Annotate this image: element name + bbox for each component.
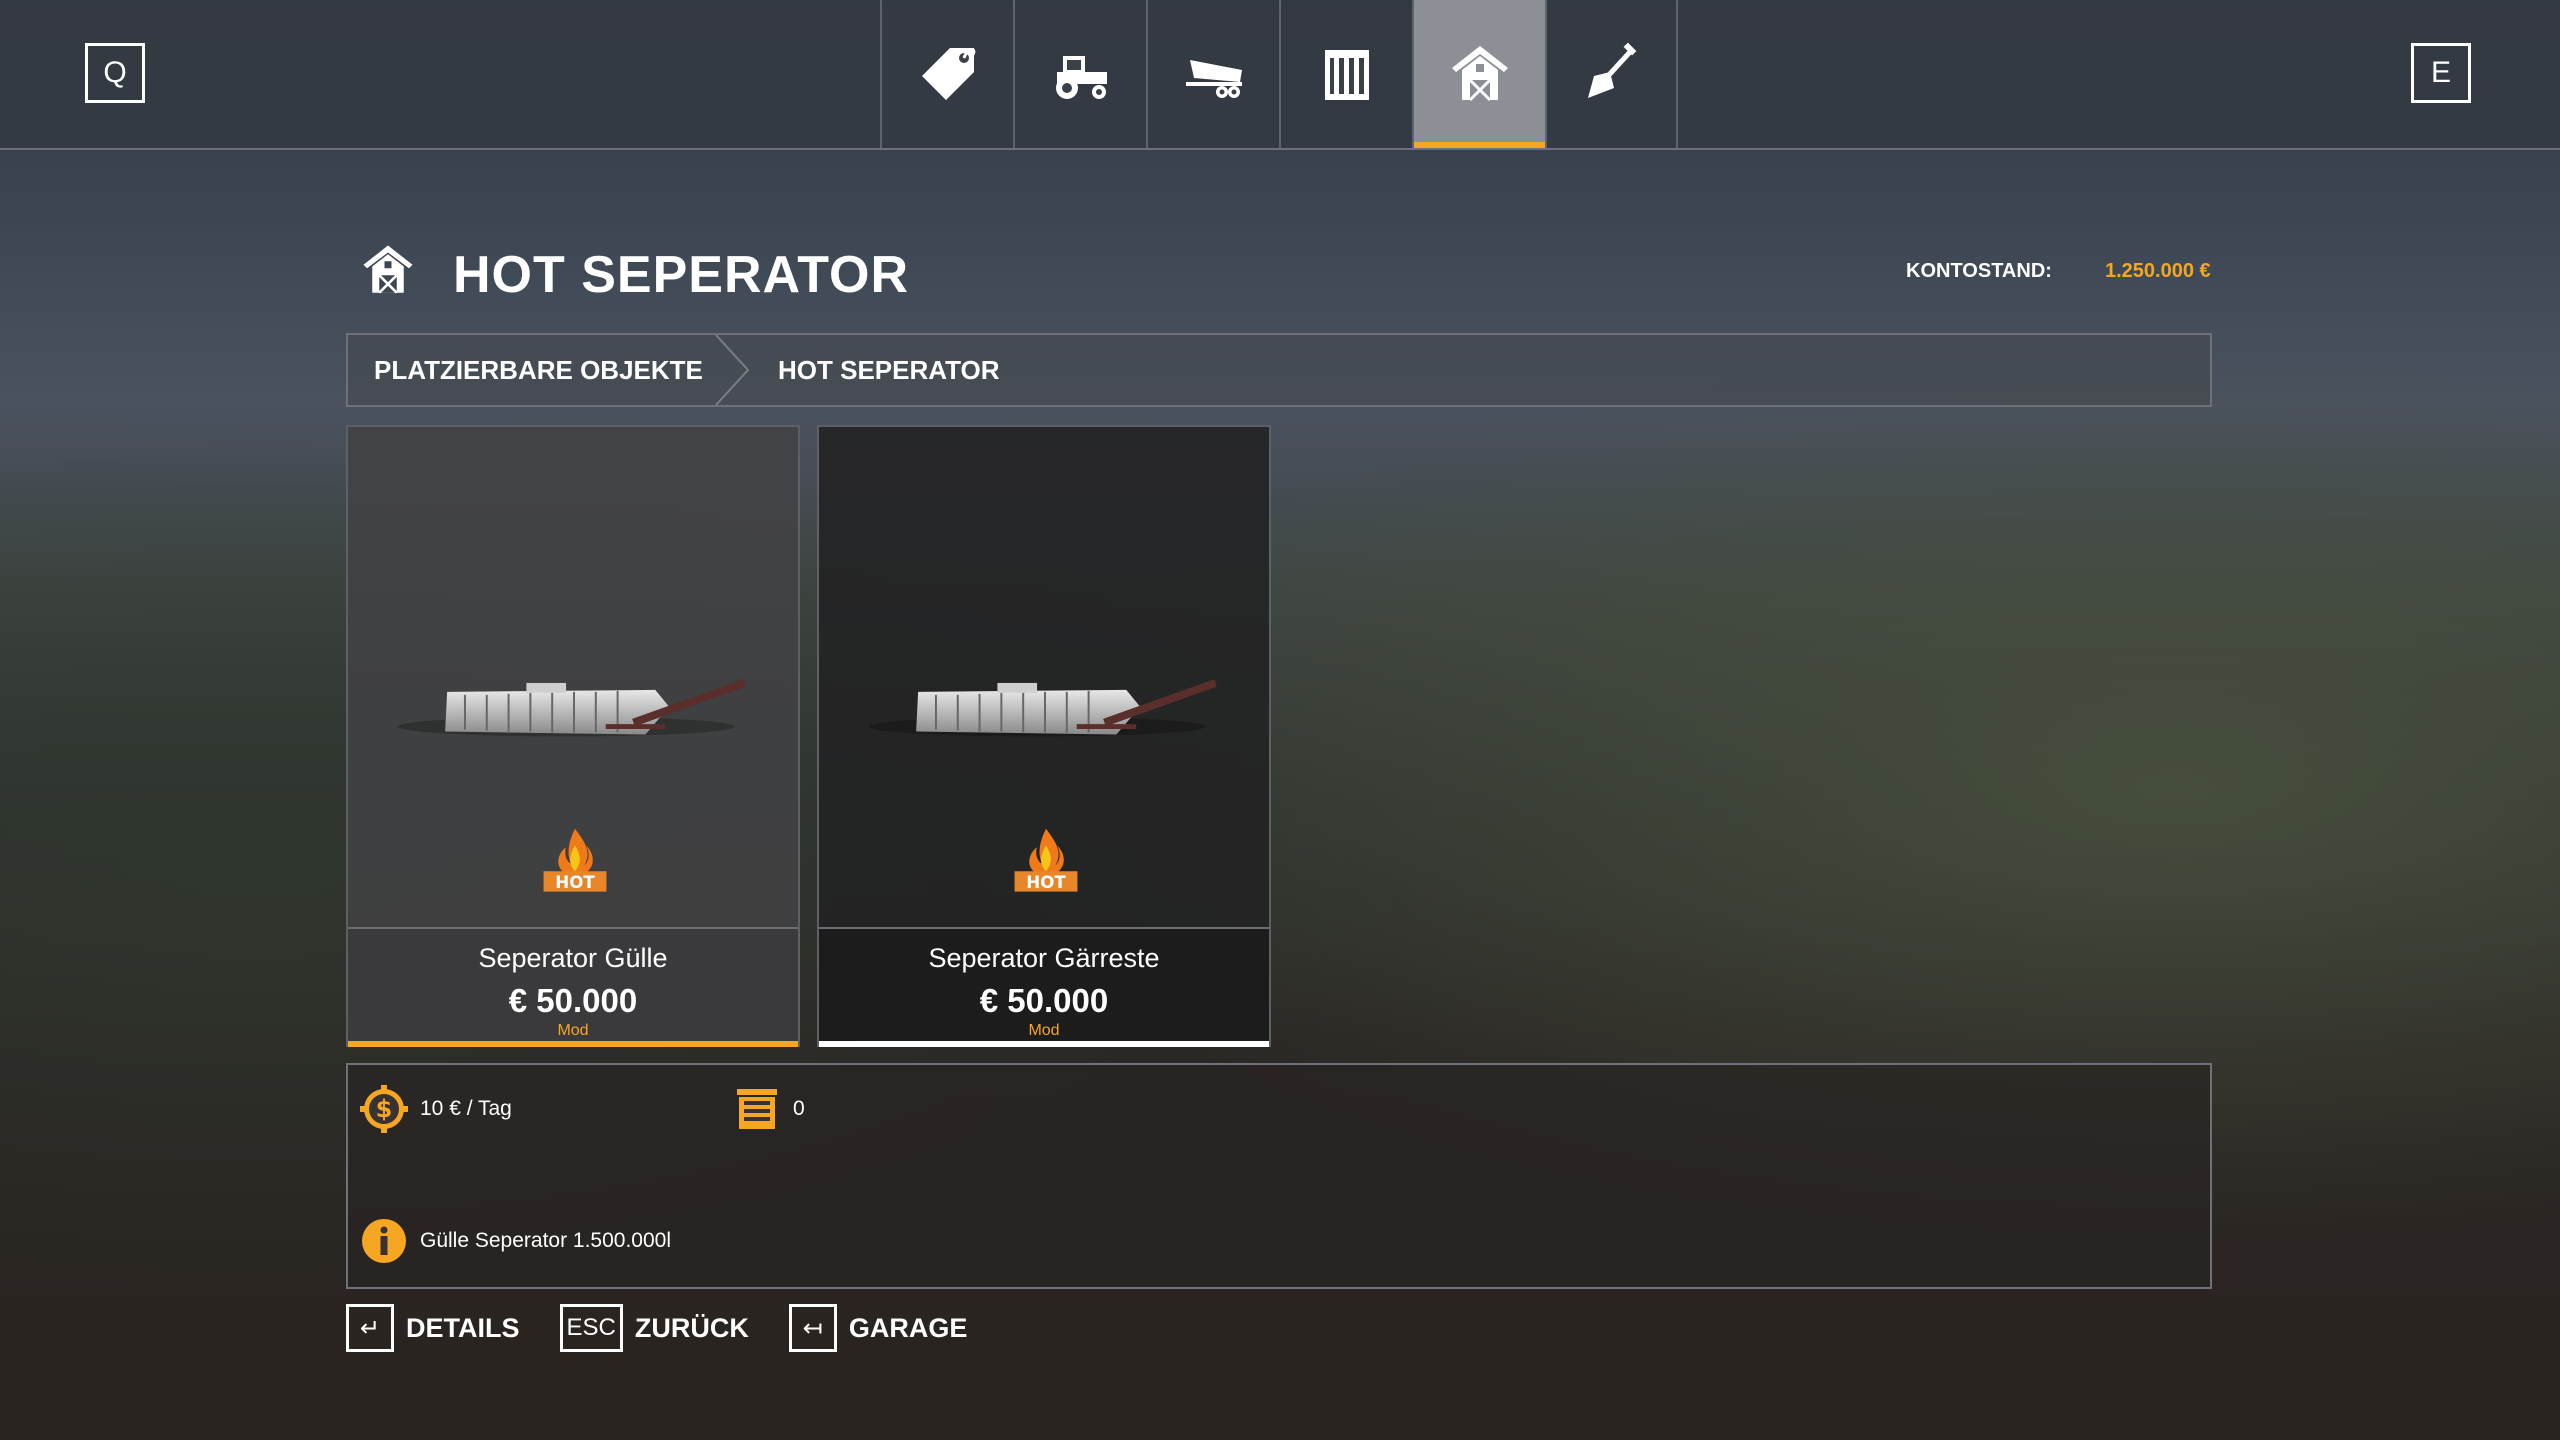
- daily-cost-stat: $ 10 € / Tag: [360, 1085, 512, 1133]
- balance-label: KONTOSTAND:: [1906, 260, 2052, 282]
- enter-key-icon: ↵: [346, 1304, 394, 1352]
- barn-icon: [363, 245, 413, 294]
- breadcrumb: PLATZIERBARE OBJEKTE HOT SEPERATOR: [346, 333, 2212, 407]
- owned-count-stat: 0: [733, 1085, 805, 1133]
- tractor-icon: [1055, 56, 1107, 99]
- page-title: HOT SEPERATOR: [453, 246, 910, 304]
- category-tabs: [880, 0, 1678, 148]
- item-card-seperator-gaerreste[interactable]: HOT Seperator Gärreste € 50.000 Mod: [817, 425, 1271, 1047]
- owned-count-value: 0: [793, 1097, 805, 1120]
- money-gear-icon: $: [360, 1085, 408, 1133]
- item-name: Seperator Gülle: [478, 943, 668, 973]
- garage-button[interactable]: ↤ GARAGE: [788, 1304, 968, 1352]
- item-card-info: Seperator Gärreste € 50.000 Mod: [819, 927, 1269, 1045]
- next-tab-key-button[interactable]: E: [2411, 43, 2471, 103]
- shovel-icon: [1587, 42, 1636, 98]
- item-mod-tag: Mod: [1028, 1022, 1060, 1039]
- garage-label: GARAGE: [848, 1312, 968, 1343]
- item-price: € 50.000: [508, 982, 638, 1019]
- back-label: ZURÜCK: [634, 1312, 749, 1343]
- hot-mod-logo-icon: HOT: [543, 828, 607, 892]
- tab-vehicles[interactable]: [1013, 0, 1146, 148]
- backspace-key-icon: ↤: [788, 1304, 837, 1352]
- svg-text:HOT: HOT: [1026, 873, 1066, 892]
- selection-indicator: [348, 1041, 798, 1047]
- garage-icon: [737, 1089, 777, 1129]
- esc-key-icon: ESC: [559, 1304, 623, 1352]
- footer-actions: ↵ DETAILS ESC ZURÜCK ↤ GARAGE: [346, 1304, 1007, 1352]
- price-tag-icon: [921, 48, 975, 100]
- details-button[interactable]: ↵ DETAILS: [346, 1304, 520, 1352]
- card-underline: [819, 1041, 1269, 1047]
- item-name: Seperator Gärreste: [928, 943, 1160, 973]
- breadcrumb-item-placeables[interactable]: PLATZIERBARE OBJEKTE: [374, 335, 703, 405]
- item-preview-image: HOT: [819, 427, 1269, 927]
- item-card-seperator-guelle[interactable]: HOT Seperator Gülle € 50.000 Mod: [346, 425, 800, 1047]
- tab-objects[interactable]: [1279, 0, 1412, 148]
- tab-placeables[interactable]: [1412, 0, 1545, 148]
- info-stat: Gülle Seperator 1.500.000l: [360, 1217, 671, 1265]
- svg-text:$: $: [376, 1095, 393, 1123]
- top-navigation-bar: Q E: [0, 0, 2560, 150]
- item-preview-image: HOT: [348, 427, 798, 927]
- balance-value: 1.250.000 €: [2105, 260, 2211, 282]
- item-details-panel: $ 10 € / Tag 0 Gülle Seperator 1.500.000…: [346, 1063, 2212, 1289]
- hot-mod-logo-icon: HOT: [1014, 828, 1078, 892]
- details-label: DETAILS: [406, 1312, 520, 1343]
- barn-icon: [1451, 46, 1508, 102]
- tab-landscaping[interactable]: [1545, 0, 1678, 148]
- info-icon: [362, 1219, 406, 1263]
- tab-sales[interactable]: [880, 0, 1013, 148]
- item-card-info: Seperator Gülle € 50.000 Mod: [348, 927, 798, 1045]
- previous-tab-key-button[interactable]: Q: [85, 43, 145, 103]
- breadcrumb-item-current: HOT SEPERATOR: [778, 355, 1000, 385]
- tab-trailers[interactable]: [1146, 0, 1279, 148]
- trailer-icon: [1185, 60, 1242, 98]
- crate-icon: [1324, 50, 1369, 100]
- item-mod-tag: Mod: [557, 1022, 589, 1039]
- daily-cost-value: 10 € / Tag: [420, 1097, 512, 1120]
- svg-text:HOT: HOT: [555, 873, 595, 892]
- back-button[interactable]: ESC ZURÜCK: [559, 1304, 749, 1352]
- info-text: Gülle Seperator 1.500.000l: [420, 1229, 672, 1252]
- breadcrumb-chevron-icon: [715, 335, 750, 405]
- item-price: € 50.000: [979, 982, 1109, 1019]
